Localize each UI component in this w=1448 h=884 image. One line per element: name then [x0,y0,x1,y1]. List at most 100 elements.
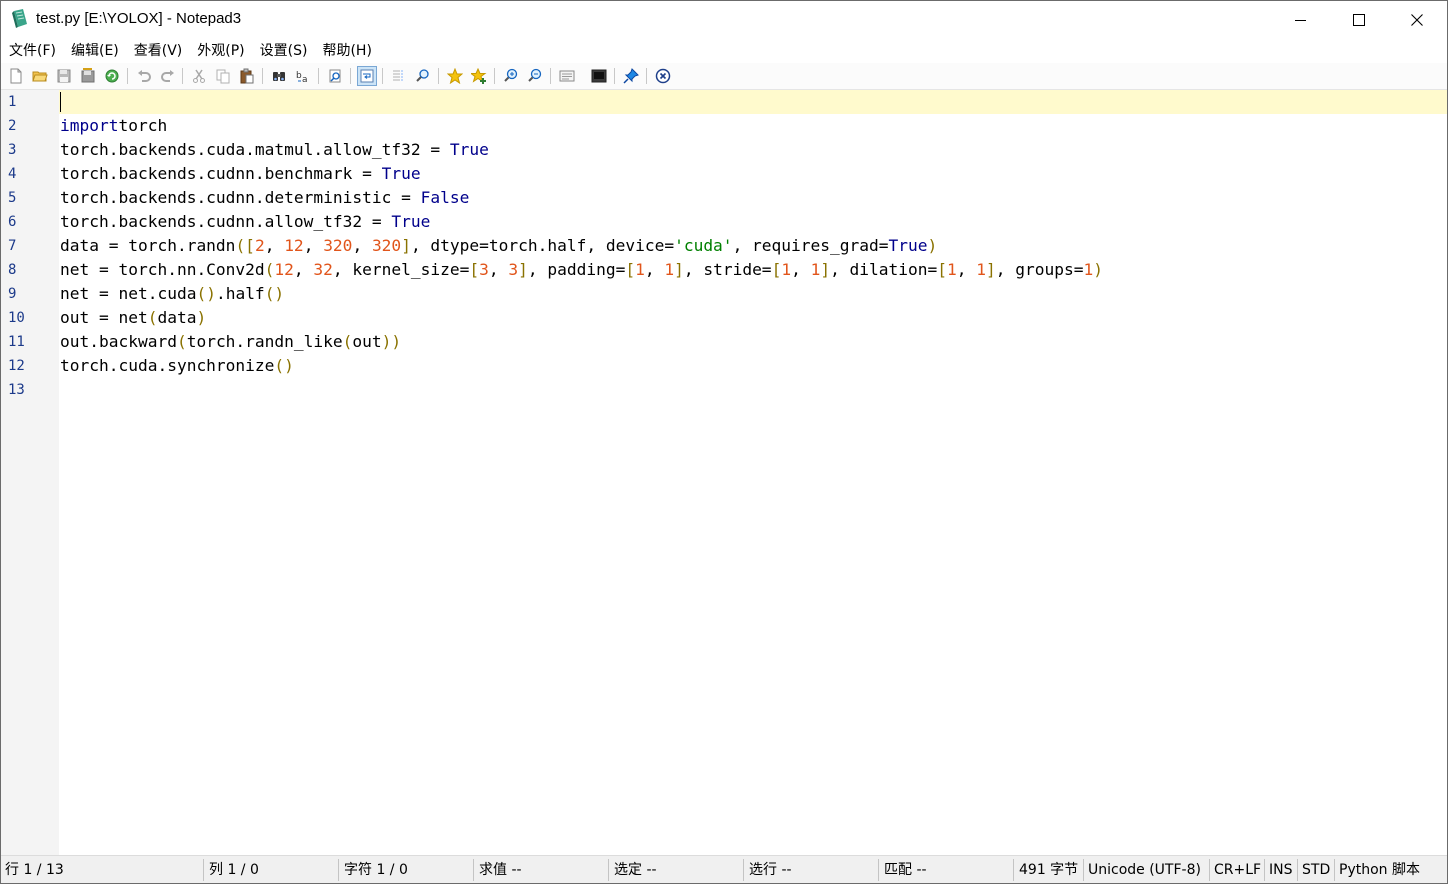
open-button[interactable] [30,66,50,86]
code-line[interactable]: net = net.cuda().half() [60,282,284,306]
code-token: 1 [947,260,957,279]
code-token: ( [176,332,187,351]
view-schemes-icon [559,70,575,82]
code-token: () [274,356,294,375]
code-token: net = net.cuda [60,284,197,303]
word-wrap-toggle[interactable] [357,66,377,86]
replace-button[interactable]: ba [293,66,313,86]
maximize-button[interactable] [1330,1,1388,39]
revert-button[interactable] [102,66,122,86]
save-button[interactable] [54,66,74,86]
code-line[interactable]: torch.backends.cudnn.deterministic = Fal… [60,186,469,210]
line-number[interactable]: 10 [8,306,48,330]
always-on-top-button[interactable] [621,66,641,86]
code-token: out.backward [60,332,177,351]
redo-button[interactable] [158,66,178,86]
code-line[interactable]: net = torch.nn.Conv2d(12, 32, kernel_siz… [60,258,1103,282]
menu-file[interactable]: 文件(F) [2,39,63,63]
close-button[interactable] [1388,1,1446,39]
line-number[interactable]: 1 [8,90,48,114]
status-lexer[interactable]: Python 脚本 [1339,856,1420,883]
code-token: 2 [254,236,265,255]
status-std[interactable]: STD [1302,856,1330,883]
status-char[interactable]: 字符 1 / 0 [344,856,408,883]
view-schemes-button[interactable] [557,66,577,86]
find-button[interactable] [269,66,289,86]
add-favorite-button[interactable] [469,66,489,86]
code-token: , dtype=torch.half, device= [410,236,675,255]
zoom-find-button[interactable] [413,66,433,86]
code-line[interactable]: out = net(data) [60,306,206,330]
editor[interactable]: 1 2 3 4 5 6 7 8 9 10 11 12 13 importtorch torch.backe… [1,90,1447,855]
code-token: 1 [1083,260,1094,279]
paste-icon [240,68,254,84]
status-match[interactable]: 匹配 -- [884,856,927,883]
code-token: , kernel_size= [332,260,470,279]
line-number[interactable]: 2 [8,114,48,138]
status-line[interactable]: 行 1 / 13 [5,856,64,883]
notepad3-window: test.py [E:\YOLOX] - Notepad3 文件(F) 编辑(E… [0,0,1448,884]
status-bytes[interactable]: 491 字节 [1019,856,1078,883]
minimize-button[interactable] [1272,1,1330,39]
line-number[interactable]: 12 [8,354,48,378]
code-token: ) [196,308,207,327]
revert-icon [105,69,119,83]
code-token: net = torch.nn.Conv2d [60,260,265,279]
status-selection[interactable]: 选定 -- [614,856,657,883]
goto-button[interactable] [325,66,345,86]
status-selected-lines[interactable]: 选行 -- [749,856,792,883]
code-token: 12 [284,236,304,255]
zoom-in-button[interactable] [501,66,521,86]
exit-button[interactable] [653,66,673,86]
cut-button[interactable] [189,66,209,86]
code-line[interactable]: importtorch [60,114,167,138]
goto-icon [329,69,341,83]
notepad3-app-icon[interactable] [11,9,29,29]
code-token: torch.randn_like [186,332,343,351]
undo-icon [138,70,151,82]
status-column[interactable]: 列 1 / 0 [209,856,259,883]
code-line[interactable]: out.backward(torch.randn_like(out)) [60,330,401,354]
copy-button[interactable] [213,66,233,86]
code-line[interactable]: torch.backends.cudnn.benchmark = True [60,162,421,186]
line-number[interactable]: 8 [8,258,48,282]
save-as-button[interactable] [78,66,98,86]
code-line[interactable]: torch.cuda.synchronize() [60,354,294,378]
title-bar[interactable]: test.py [E:\YOLOX] - Notepad3 [1,1,1447,39]
zoom-out-button[interactable] [525,66,545,86]
code-token: ) [927,236,938,255]
status-sum[interactable]: 求值 -- [479,856,522,883]
menu-help[interactable]: 帮助(H) [315,39,378,63]
line-number[interactable]: 7 [8,234,48,258]
save-as-icon [81,68,95,83]
menu-view[interactable]: 查看(V) [127,39,190,63]
status-eol[interactable]: CR+LF [1214,856,1261,883]
code-token: ] [401,236,411,255]
new-file-button[interactable] [6,66,26,86]
menu-edit[interactable]: 编辑(E) [64,39,126,63]
line-number[interactable]: 13 [8,378,48,402]
code-token: False [420,188,470,207]
code-line[interactable]: torch.backends.cuda.matmul.allow_tf32 = … [60,138,489,162]
status-encoding[interactable]: Unicode (UTF-8) [1088,856,1201,883]
line-number[interactable]: 9 [8,282,48,306]
long-line-marker-button[interactable] [389,66,409,86]
code-token: , [264,236,285,255]
undo-button[interactable] [134,66,154,86]
status-ovr[interactable]: INS [1269,856,1293,883]
code-token: () [196,284,216,303]
line-number[interactable]: 4 [8,162,48,186]
favorites-button[interactable] [445,66,465,86]
paste-button[interactable] [237,66,257,86]
line-number[interactable]: 6 [8,210,48,234]
menu-settings[interactable]: 设置(S) [253,39,315,63]
line-number[interactable]: 5 [8,186,48,210]
menu-appearance[interactable]: 外观(P) [190,39,251,63]
line-number[interactable]: 11 [8,330,48,354]
line-number[interactable]: 3 [8,138,48,162]
code-line[interactable]: torch.backends.cudnn.allow_tf32 = True [60,210,430,234]
code-token: 320 [323,236,353,255]
code-token: ] [820,260,831,279]
code-line[interactable]: data = torch.randn([2, 12, 320, 320], dt… [60,234,937,258]
customize-schemes-button[interactable] [589,66,609,86]
